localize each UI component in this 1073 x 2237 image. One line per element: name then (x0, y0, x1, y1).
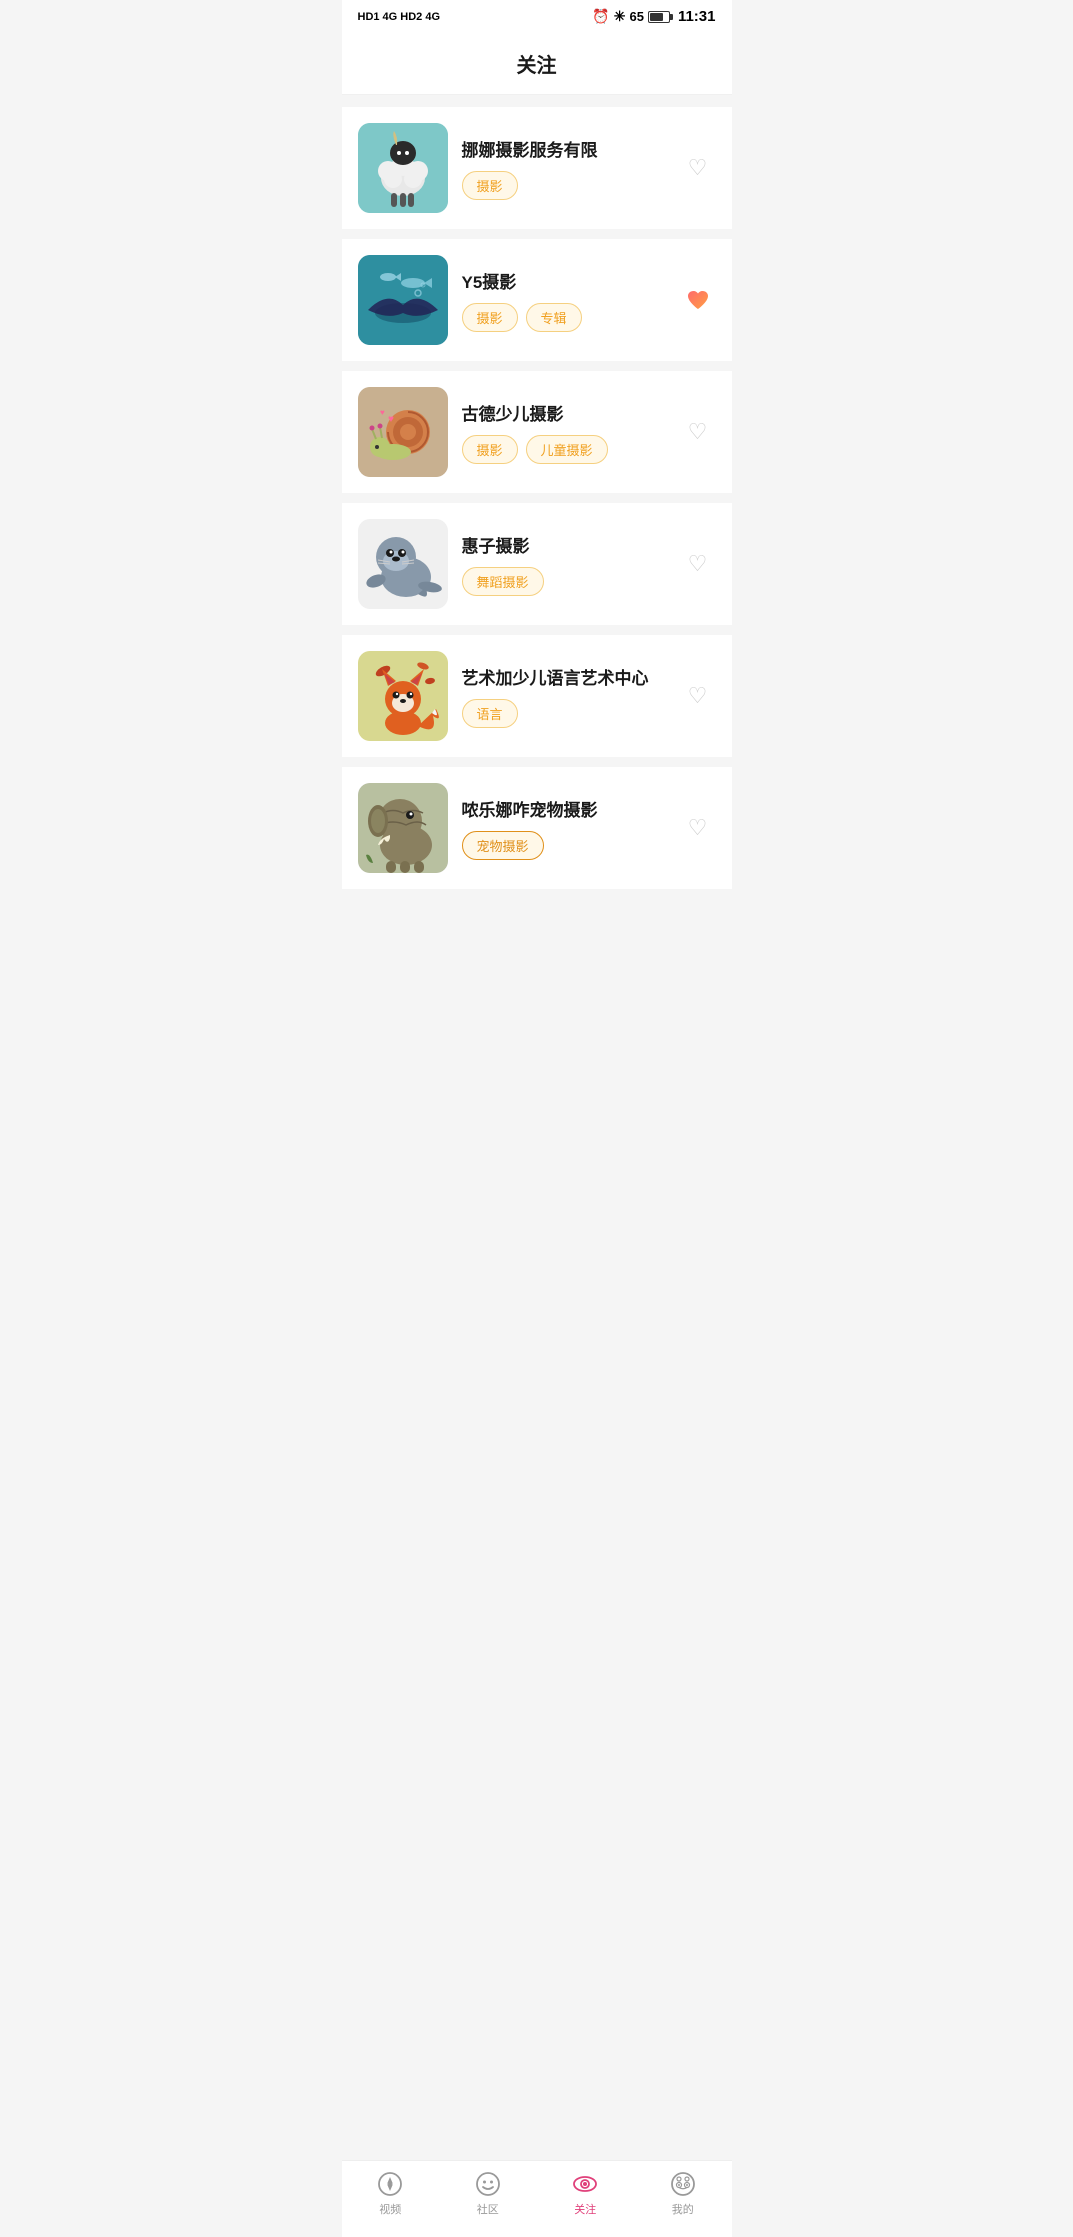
tag: 摄影 (462, 303, 518, 332)
heart-outline-icon: ♡ (688, 683, 708, 709)
list-item[interactable]: 哝乐娜咋宠物摄影 宠物摄影 ♡ (342, 767, 732, 889)
tag: 儿童摄影 (526, 435, 608, 464)
nav-label-community: 社区 (477, 2201, 499, 2217)
tag-list: 宠物摄影 (462, 831, 666, 860)
card-info: 哝乐娜咋宠物摄影 宠物摄影 (462, 796, 666, 860)
tag-list: 摄影 儿童摄影 (462, 435, 666, 464)
heart-button[interactable]: ♡ (680, 678, 716, 714)
card-name: 哝乐娜咋宠物摄影 (462, 796, 666, 821)
pig-icon (670, 2171, 696, 2197)
heart-button[interactable]: ♡ (680, 150, 716, 186)
face-icon (475, 2171, 501, 2197)
tag-list: 摄影 专辑 (462, 303, 666, 332)
compass-icon (377, 2171, 403, 2197)
list-item[interactable]: ♥ ♥ 古德少儿摄影 摄影 儿童摄影 ♡ (342, 371, 732, 493)
tag-list: 摄影 (462, 171, 666, 200)
heart-filled-icon (685, 287, 711, 313)
avatar (358, 255, 448, 345)
card-name: 艺术加少儿语言艺术中心 (462, 664, 666, 689)
nav-item-video[interactable]: 视频 (360, 2171, 420, 2217)
card-info: Y5摄影 摄影 专辑 (462, 268, 666, 332)
list-item[interactable]: 惠子摄影 舞蹈摄影 ♡ (342, 503, 732, 625)
battery-icon (648, 11, 670, 23)
avatar (358, 651, 448, 741)
status-bar: HD1 4G HD2 4G ⏰ ✳ 65 11:31 (342, 0, 732, 33)
bluetooth-icon: ✳ (614, 8, 626, 25)
status-right: ⏰ ✳ 65 11:31 (592, 8, 715, 25)
tag: 语言 (462, 699, 518, 728)
card-name: 挪娜摄影服务有限 (462, 136, 666, 161)
heart-outline-icon: ♡ (688, 815, 708, 841)
heart-outline-icon: ♡ (688, 551, 708, 577)
bottom-nav: 视频 社区 关注 我的 (342, 2160, 732, 2237)
tag: 摄影 (462, 435, 518, 464)
list-item[interactable]: 挪娜摄影服务有限 摄影 ♡ (342, 107, 732, 229)
svg-text:♥: ♥ (388, 414, 394, 425)
battery-level: 65 (629, 9, 643, 24)
content-area: 挪娜摄影服务有限 摄影 ♡ (342, 95, 732, 991)
card-name: 惠子摄影 (462, 532, 666, 557)
heart-outline-icon: ♡ (688, 155, 708, 181)
avatar (358, 783, 448, 873)
nav-item-follow[interactable]: 关注 (555, 2171, 615, 2217)
avatar (358, 519, 448, 609)
svg-text:♥: ♥ (380, 408, 385, 417)
page-title: 关注 (342, 33, 732, 95)
card-info: 惠子摄影 舞蹈摄影 (462, 532, 666, 596)
card-name: 古德少儿摄影 (462, 400, 666, 425)
nav-item-mine[interactable]: 我的 (653, 2171, 713, 2217)
nav-label-follow: 关注 (574, 2201, 596, 2217)
time-display: 11:31 (678, 8, 716, 25)
nav-item-community[interactable]: 社区 (458, 2171, 518, 2217)
list-item[interactable]: 艺术加少儿语言艺术中心 语言 ♡ (342, 635, 732, 757)
tag: 摄影 (462, 171, 518, 200)
tag: 宠物摄影 (462, 831, 544, 860)
list-item[interactable]: Y5摄影 摄影 专辑 (342, 239, 732, 361)
eye-icon (572, 2171, 598, 2197)
heart-button[interactable]: ♡ (680, 546, 716, 582)
tag: 专辑 (526, 303, 582, 332)
card-info: 古德少儿摄影 摄影 儿童摄影 (462, 400, 666, 464)
tag: 舞蹈摄影 (462, 567, 544, 596)
signal-text: HD1 4G HD2 4G (358, 11, 441, 23)
avatar: ♥ ♥ (358, 387, 448, 477)
card-info: 挪娜摄影服务有限 摄影 (462, 136, 666, 200)
heart-button[interactable] (680, 282, 716, 318)
avatar (358, 123, 448, 213)
card-name: Y5摄影 (462, 268, 666, 293)
tag-list: 舞蹈摄影 (462, 567, 666, 596)
heart-button[interactable]: ♡ (680, 810, 716, 846)
heart-button[interactable]: ♡ (680, 414, 716, 450)
nav-label-video: 视频 (379, 2201, 401, 2217)
tag-list: 语言 (462, 699, 666, 728)
alarm-icon: ⏰ (592, 8, 609, 25)
card-info: 艺术加少儿语言艺术中心 语言 (462, 664, 666, 728)
nav-label-mine: 我的 (672, 2201, 694, 2217)
heart-outline-icon: ♡ (688, 419, 708, 445)
status-left: HD1 4G HD2 4G (358, 11, 441, 23)
